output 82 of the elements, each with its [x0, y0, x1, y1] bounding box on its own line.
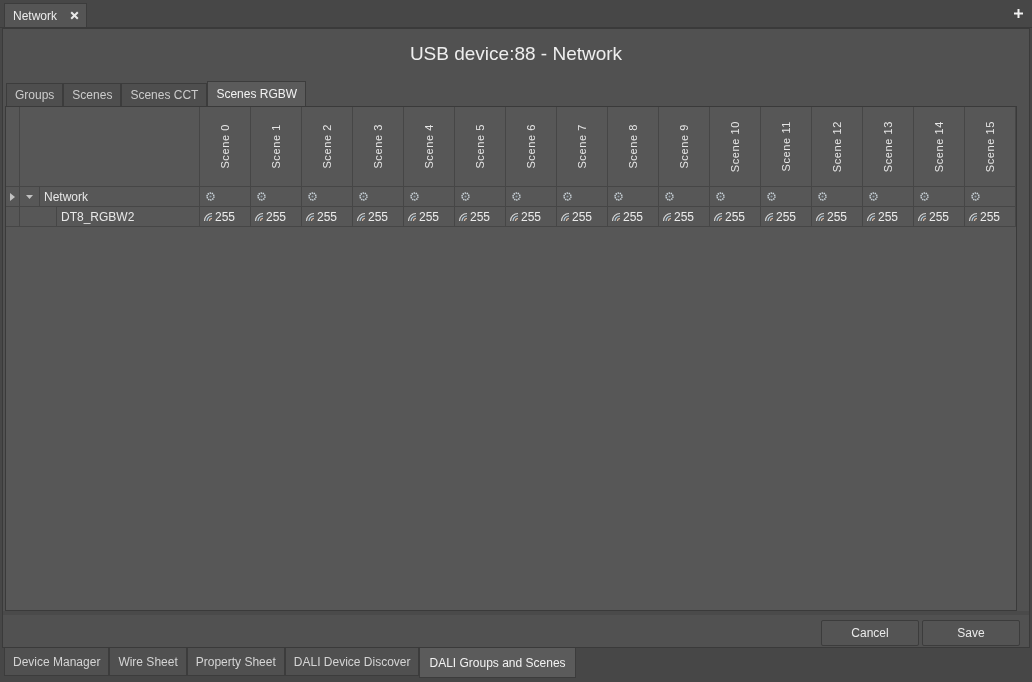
- cell-value: 255: [980, 208, 1001, 226]
- column-header[interactable]: Scene 3: [369, 124, 387, 169]
- bottom-tab[interactable]: Device Manager: [4, 648, 110, 676]
- column-header[interactable]: Scene 12: [828, 120, 846, 173]
- cell-value: 255: [776, 208, 797, 226]
- close-icon[interactable]: [70, 11, 79, 20]
- arcs-icon: [509, 212, 518, 221]
- cell-value: 255: [470, 208, 491, 226]
- column-header[interactable]: Scene 10: [726, 120, 744, 173]
- ring-icon: [818, 192, 827, 201]
- arcs-icon: [968, 212, 977, 221]
- cell-value: 255: [317, 208, 338, 226]
- bottom-tab[interactable]: DALI Groups and Scenes: [419, 648, 576, 678]
- column-header[interactable]: Scene 6: [522, 124, 540, 169]
- cell-value: 255: [368, 208, 389, 226]
- arcs-icon: [866, 212, 875, 221]
- cell-value: 255: [725, 208, 746, 226]
- column-header[interactable]: Scene 14: [930, 120, 948, 173]
- ring-icon: [257, 192, 266, 201]
- view-tab[interactable]: Scenes RGBW: [207, 81, 307, 106]
- ring-icon: [614, 192, 623, 201]
- view-tab[interactable]: Groups: [6, 83, 64, 106]
- ring-icon: [563, 192, 572, 201]
- tree-item[interactable]: DT8_RGBW2: [61, 207, 135, 226]
- bottom-tab[interactable]: DALI Device Discover: [284, 648, 420, 676]
- cell-value: 255: [215, 208, 236, 226]
- column-header[interactable]: Scene 2: [318, 124, 336, 169]
- document-tab[interactable]: Network: [4, 3, 87, 27]
- column-header[interactable]: Scene 11: [777, 121, 795, 172]
- ring-icon: [716, 192, 725, 201]
- cell-value: 255: [419, 208, 440, 226]
- ring-icon: [410, 192, 419, 201]
- arcs-icon: [815, 212, 824, 221]
- ring-icon: [869, 192, 878, 201]
- arcs-icon: [611, 212, 620, 221]
- arcs-icon: [917, 212, 926, 221]
- caret-icon[interactable]: [26, 194, 33, 199]
- arcs-icon: [764, 212, 773, 221]
- arcs-icon: [305, 212, 314, 221]
- ring-icon: [308, 192, 317, 201]
- arcs-icon: [407, 212, 416, 221]
- ring-icon: [512, 192, 521, 201]
- ring-icon: [971, 192, 980, 201]
- view-tab[interactable]: Scenes: [63, 83, 122, 106]
- view-tab[interactable]: Scenes CCT: [121, 83, 208, 106]
- cell-value: 255: [878, 208, 899, 226]
- arcs-icon: [203, 212, 212, 221]
- arcs-icon: [713, 212, 722, 221]
- column-header[interactable]: Scene 1: [267, 124, 285, 169]
- ring-icon: [920, 192, 929, 201]
- bottom-tab[interactable]: Property Sheet: [186, 648, 285, 676]
- dialog-button[interactable]: Save: [922, 620, 1020, 646]
- arcs-icon: [458, 212, 467, 221]
- cell-value: 255: [929, 208, 950, 226]
- cell-value: 255: [572, 208, 593, 226]
- arcs-icon: [560, 212, 569, 221]
- tree-item[interactable]: Network: [44, 187, 88, 206]
- arcs-icon: [254, 212, 263, 221]
- bottom-tab[interactable]: Wire Sheet: [109, 648, 187, 676]
- column-header[interactable]: Scene 15: [981, 120, 999, 173]
- dialog-button[interactable]: Cancel: [821, 620, 919, 646]
- column-header[interactable]: Scene 9: [675, 124, 693, 169]
- arcs-icon: [662, 212, 671, 221]
- cell-value: 255: [266, 208, 287, 226]
- ring-icon: [665, 192, 674, 201]
- ring-icon: [461, 192, 470, 201]
- cell-value: 255: [521, 208, 542, 226]
- column-header[interactable]: Scene 7: [573, 124, 591, 169]
- plus-icon[interactable]: [1014, 9, 1023, 18]
- cell-value: 255: [674, 208, 695, 226]
- cell-value: 255: [623, 208, 644, 226]
- ring-icon: [206, 192, 215, 201]
- column-header[interactable]: Scene 13: [879, 120, 897, 173]
- ring-icon: [767, 192, 776, 201]
- panel-title: USB device:88 - Network: [408, 41, 624, 66]
- ring-icon: [359, 192, 368, 201]
- column-header[interactable]: Scene 0: [216, 124, 234, 169]
- column-header[interactable]: Scene 5: [471, 124, 489, 169]
- cell-value: 255: [827, 208, 848, 226]
- column-header[interactable]: Scene 4: [420, 124, 438, 169]
- column-header[interactable]: Scene 8: [624, 124, 642, 169]
- arcs-icon: [356, 212, 365, 221]
